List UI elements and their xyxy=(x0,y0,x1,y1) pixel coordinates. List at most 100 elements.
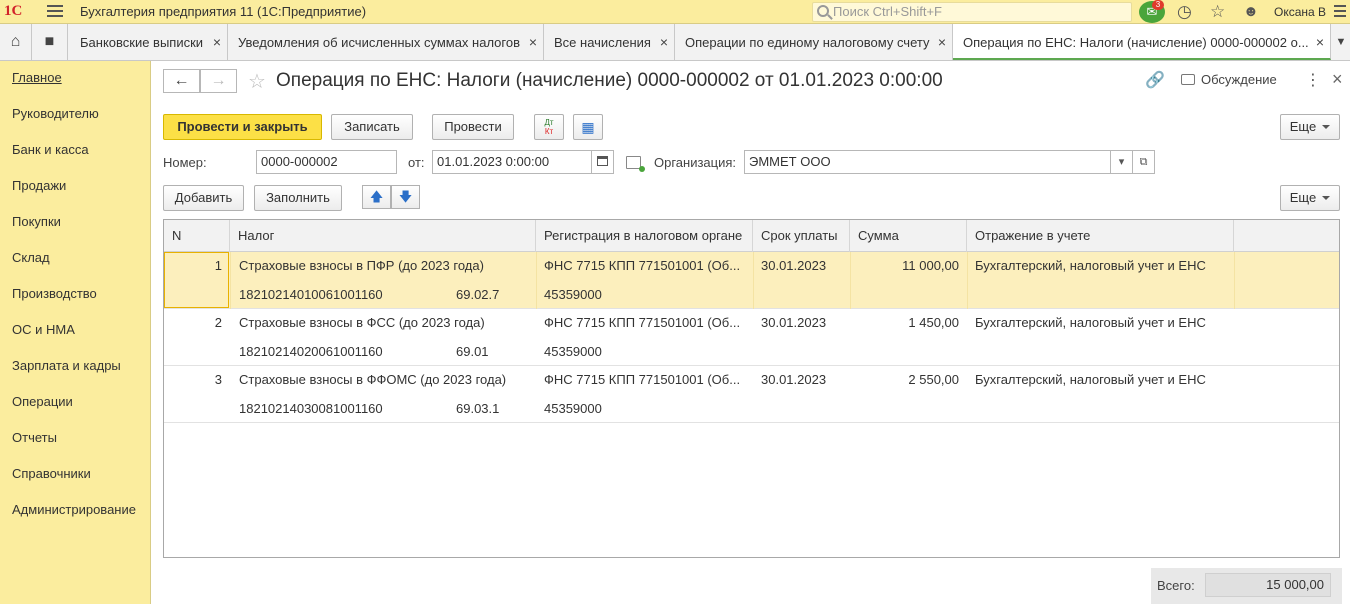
tab-bank-statements[interactable]: Банковские выписки × xyxy=(70,24,228,60)
discussion-button[interactable]: Обсуждение xyxy=(1181,72,1277,87)
tab-tax-notifications[interactable]: Уведомления об исчисленных суммах налого… xyxy=(228,24,544,60)
post-button[interactable]: Провести xyxy=(432,114,514,140)
accounting-reflection: Бухгалтерский, налоговый учет и ЕНС xyxy=(975,315,1206,330)
close-icon[interactable]: × xyxy=(938,24,946,60)
column-header[interactable]: Регистрация в налоговом органе xyxy=(536,220,753,252)
favorite-star-icon[interactable]: ☆ xyxy=(248,69,266,94)
column-header[interactable]: N xyxy=(164,220,230,252)
tax-registration: ФНС 7715 КПП 771501001 (Об... xyxy=(544,315,741,330)
calendar-icon[interactable] xyxy=(591,151,613,173)
sidebar-item-administration[interactable]: Администрирование xyxy=(12,502,136,517)
table-row[interactable]: 3 Страховые взносы в ФФОМС (до 2023 года… xyxy=(164,366,1339,423)
table-row[interactable]: 2 Страховые взносы в ФСС (до 2023 года) … xyxy=(164,309,1339,366)
close-icon[interactable]: × xyxy=(213,24,221,60)
save-button[interactable]: Записать xyxy=(331,114,413,140)
sidebar-item-salary[interactable]: Зарплата и кадры xyxy=(12,358,121,373)
table-row[interactable]: 1 Страховые взносы в ПФР (до 2023 года) … xyxy=(164,252,1339,309)
row-number: 2 xyxy=(214,315,222,330)
oktmo-code: 45359000 xyxy=(544,287,602,302)
table-more-button[interactable]: Еще xyxy=(1280,185,1340,211)
app-title: Бухгалтерия предприятия 11 (1С:Предприят… xyxy=(80,4,367,19)
arrow-down-icon[interactable]: 🡇 xyxy=(391,185,420,209)
close-icon[interactable]: × xyxy=(1316,24,1324,58)
close-icon[interactable]: × xyxy=(1332,69,1343,90)
home-icon[interactable]: ⌂ xyxy=(0,24,32,60)
more-button[interactable]: Еще xyxy=(1280,114,1340,140)
tabs-dropdown-icon[interactable]: ▼ xyxy=(1332,24,1350,60)
tab-label: Операция по ЕНС: Налоги (начисление) 000… xyxy=(963,35,1309,50)
tab-current-document[interactable]: Операция по ЕНС: Налоги (начисление) 000… xyxy=(953,24,1331,60)
sidebar-item-purchases[interactable]: Покупки xyxy=(12,214,61,229)
1c-logo-icon: 1C xyxy=(4,3,23,19)
document-status-icon[interactable] xyxy=(626,156,645,172)
organization-label: Организация: xyxy=(654,155,737,170)
settings-menu-icon[interactable] xyxy=(1334,5,1346,19)
total-label: Всего: xyxy=(1157,578,1195,593)
history-icon[interactable]: ◷ xyxy=(1177,2,1192,22)
discussion-label: Обсуждение xyxy=(1201,72,1277,87)
column-header[interactable]: Срок уплаты xyxy=(753,220,850,252)
taxes-table: N Налог Регистрация в налоговом органе С… xyxy=(163,219,1340,558)
close-icon[interactable]: × xyxy=(660,24,668,60)
sidebar-item-operations[interactable]: Операции xyxy=(12,394,73,409)
chevron-down-icon[interactable]: ▾ xyxy=(1110,151,1132,173)
close-icon[interactable]: × xyxy=(529,24,537,60)
open-organization-icon[interactable]: ⧉ xyxy=(1132,150,1155,174)
sidebar-item-warehouse[interactable]: Склад xyxy=(12,250,50,265)
tax-name: Страховые взносы в ФФОМС (до 2023 года) xyxy=(239,372,507,387)
more-icon[interactable]: ⋮ xyxy=(1305,70,1321,90)
column-header[interactable]: Налог xyxy=(230,220,536,252)
kbk-code: 18210214020061001160 xyxy=(239,344,383,359)
column-header[interactable]: Отражение в учете xyxy=(967,220,1234,252)
sidebar-item-bank[interactable]: Банк и касса xyxy=(12,142,89,157)
sidebar-item-main[interactable]: Главное xyxy=(12,70,62,85)
table-header: N Налог Регистрация в налоговом органе С… xyxy=(164,220,1339,252)
tab-label: Операции по единому налоговому счету xyxy=(685,35,930,50)
tab-bar: ⌂ ■ Банковские выписки × Уведомления об … xyxy=(0,24,1350,61)
sidebar-item-reports[interactable]: Отчеты xyxy=(12,430,57,445)
column-header[interactable]: Сумма xyxy=(850,220,967,252)
tax-name: Страховые взносы в ФСС (до 2023 года) xyxy=(239,315,485,330)
arrow-up-icon[interactable]: 🡅 xyxy=(362,185,391,209)
row-number: 3 xyxy=(214,372,222,387)
accounting-reflection: Бухгалтерский, налоговый учет и ЕНС xyxy=(975,372,1206,387)
sidebar: Главное Руководителю Банк и касса Продаж… xyxy=(0,61,151,604)
tab-label: Все начисления xyxy=(554,35,651,50)
number-field[interactable]: 0000-000002 xyxy=(256,150,397,174)
amount: 11 000,00 xyxy=(902,258,959,273)
main-menu-icon[interactable] xyxy=(47,5,63,19)
sidebar-item-sales[interactable]: Продажи xyxy=(12,178,66,193)
favorites-star-icon[interactable]: ☆ xyxy=(1210,2,1225,22)
tab-ens-operations[interactable]: Операции по единому налоговому счету × xyxy=(675,24,953,60)
sidebar-item-manager[interactable]: Руководителю xyxy=(12,106,99,121)
fill-button[interactable]: Заполнить xyxy=(254,185,342,211)
forward-button[interactable]: → xyxy=(200,69,237,93)
add-button[interactable]: Добавить xyxy=(163,185,244,211)
page-title: Операция по ЕНС: Налоги (начисление) 000… xyxy=(276,70,943,91)
link-icon[interactable]: 🔗 xyxy=(1145,70,1165,90)
kbk-code: 18210214010061001160 xyxy=(239,287,383,302)
organization-value: ЭММЕТ ООО xyxy=(749,154,831,169)
number-label: Номер: xyxy=(163,155,207,170)
search-icon xyxy=(817,5,829,17)
structure-icon[interactable]: ▦ xyxy=(573,114,603,140)
more-label: Еще xyxy=(1289,119,1317,134)
chat-icon[interactable]: ■ xyxy=(32,24,68,60)
user-icon[interactable]: ☻ xyxy=(1243,2,1259,22)
tab-all-accruals[interactable]: Все начисления × xyxy=(544,24,675,60)
date-label: от: xyxy=(408,155,425,170)
search-input[interactable]: Поиск Ctrl+Shift+F xyxy=(812,2,1132,22)
sidebar-item-fixed-assets[interactable]: ОС и НМА xyxy=(12,322,75,337)
post-and-close-button[interactable]: Провести и закрыть xyxy=(163,114,322,140)
back-button[interactable]: ← xyxy=(163,69,200,93)
sidebar-item-production[interactable]: Производство xyxy=(12,286,97,301)
sidebar-item-directories[interactable]: Справочники xyxy=(12,466,91,481)
date-field[interactable]: 01.01.2023 0:00:00 xyxy=(432,150,614,174)
notification-badge: 3 xyxy=(1152,0,1164,10)
organization-field[interactable]: ЭММЕТ ООО ▾ xyxy=(744,150,1133,174)
kbk-code: 18210214030081001160 xyxy=(239,401,383,416)
account-code: 69.03.1 xyxy=(456,401,500,416)
due-date: 30.01.2023 xyxy=(761,315,827,330)
user-name[interactable]: Оксана В xyxy=(1274,5,1326,19)
dt-kt-icon[interactable]: Дт Кт xyxy=(534,114,564,140)
